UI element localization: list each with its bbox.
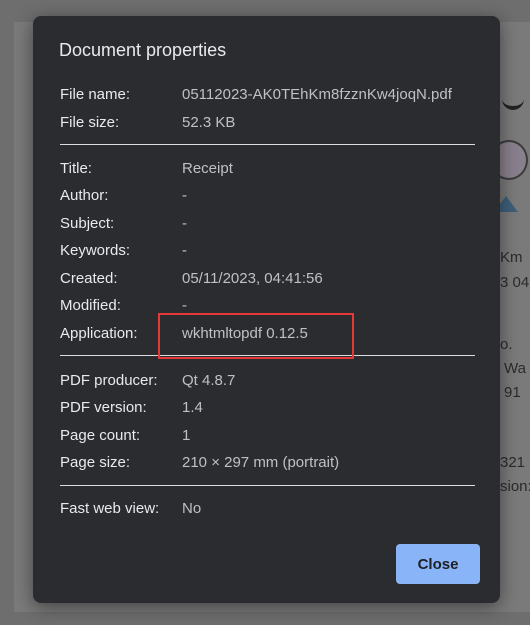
divider (60, 144, 475, 145)
background-text: 321 (500, 454, 526, 471)
property-row-modified: Modified: - (60, 297, 187, 314)
property-value: Receipt (182, 160, 233, 177)
property-value: - (182, 215, 187, 232)
property-row-created: Created: 05/11/2023, 04:41:56 (60, 270, 323, 287)
property-row-title: Title: Receipt (60, 160, 233, 177)
property-value: 1.4 (182, 399, 203, 416)
property-row-file-name: File name: 05112023-AK0TEhKm8fzznKw4joqN.… (60, 86, 452, 103)
property-label: Keywords: (60, 242, 131, 259)
background-text: sion: (500, 478, 530, 495)
property-row-subject: Subject: - (60, 215, 187, 232)
property-label: Page size: (60, 454, 131, 471)
property-row-pdf-producer: PDF producer: Qt 4.8.7 (60, 372, 235, 389)
background-text: Wa (504, 360, 526, 377)
property-label: File size: (60, 114, 120, 131)
property-label: Title: (60, 160, 92, 177)
property-label: Modified: (60, 297, 121, 314)
property-value: 05112023-AK0TEhKm8fzznKw4joqN.pdf (182, 86, 452, 103)
property-value: 52.3 KB (182, 114, 236, 131)
property-row-page-size: Page size: 210 × 297 mm (portrait) (60, 454, 339, 471)
property-row-page-count: Page count: 1 (60, 427, 190, 444)
property-label: PDF version: (60, 399, 147, 416)
property-label: Page count: (60, 427, 141, 444)
divider (60, 485, 475, 486)
property-label: Fast web view: (60, 500, 160, 517)
background-text: 3 04 (500, 274, 530, 291)
document-properties-dialog: Document properties File name: 05112023-A… (33, 16, 500, 603)
highlight-box (158, 313, 354, 359)
property-row-file-size: File size: 52.3 KB (60, 114, 235, 131)
background-text: o. (500, 336, 513, 353)
background-text: 91 (504, 384, 521, 401)
property-value: 05/11/2023, 04:41:56 (182, 270, 323, 287)
property-value: - (182, 297, 187, 314)
property-label: Created: (60, 270, 118, 287)
property-row-pdf-version: PDF version: 1.4 (60, 399, 203, 416)
property-value: No (182, 500, 202, 517)
property-value: - (182, 187, 187, 204)
property-value: Qt 4.8.7 (182, 372, 236, 389)
property-value: 210 × 297 mm (portrait) (182, 454, 340, 471)
close-button[interactable]: Close (396, 544, 480, 584)
property-label: PDF producer: (60, 372, 158, 389)
property-label: File name: (60, 86, 131, 103)
property-value: - (182, 242, 187, 259)
background-text: Km (500, 249, 523, 266)
property-row-keywords: Keywords: - (60, 242, 187, 259)
property-label: Author: (60, 187, 109, 204)
property-label: Subject: (60, 215, 115, 232)
property-row-fast-web-view: Fast web view: No (60, 500, 201, 517)
property-row-author: Author: - (60, 187, 187, 204)
property-value: 1 (182, 427, 191, 444)
dialog-title: Document properties (59, 40, 227, 60)
